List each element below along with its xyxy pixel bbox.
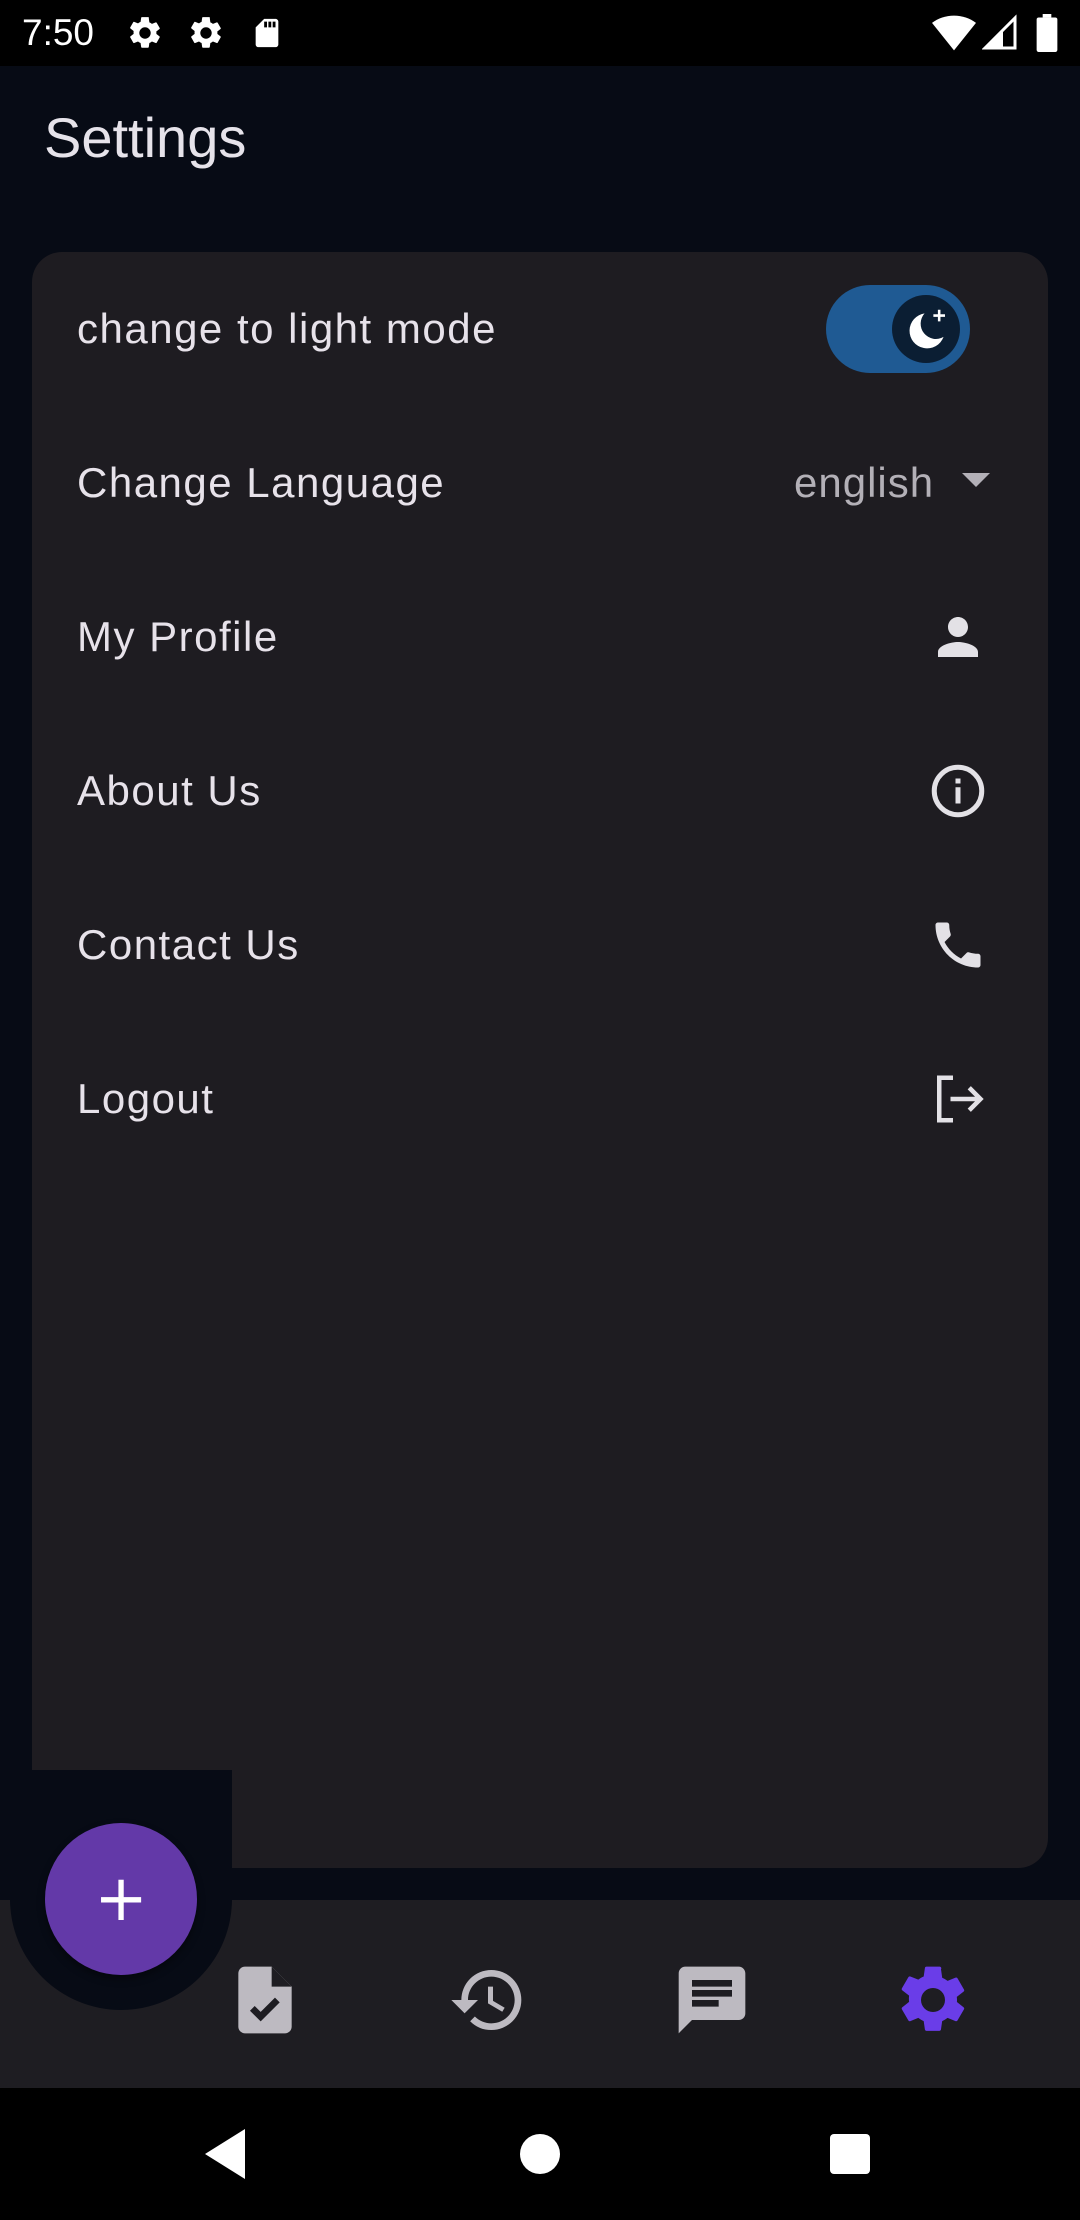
plus-icon: +: [94, 1862, 148, 1936]
settings-item-contact-us[interactable]: Contact Us: [32, 868, 1048, 1022]
moon-icon: [909, 309, 945, 349]
add-button[interactable]: +: [45, 1823, 197, 1975]
battery-icon: [1036, 14, 1058, 52]
page-title: Settings: [44, 106, 247, 169]
theme-label: change to light mode: [77, 305, 497, 352]
dropdown-arrow-icon: [962, 473, 990, 487]
history-icon[interactable]: [448, 1960, 528, 2040]
language-selected: english: [794, 459, 935, 506]
settings-item-label: Contact Us: [77, 921, 300, 968]
status-time: 7:50: [22, 12, 95, 53]
settings-icon: [191, 17, 221, 48]
phone-icon: [935, 922, 981, 968]
home-icon[interactable]: [518, 2126, 562, 2182]
settings-item-label: About Us: [77, 767, 262, 814]
language-label: Change Language: [77, 459, 446, 506]
settings-item-my-profile[interactable]: My Profile: [32, 560, 1048, 714]
chat-icon[interactable]: [672, 1960, 752, 2040]
status-bar: 7:50: [0, 0, 1080, 66]
recents-icon[interactable]: [828, 2126, 872, 2182]
back-icon[interactable]: [200, 2126, 250, 2182]
info-icon: [931, 764, 985, 818]
person-icon: [938, 617, 978, 657]
settings-icon: [130, 17, 160, 48]
task-file-icon[interactable]: [225, 1960, 305, 2040]
settings-item-logout[interactable]: Logout: [32, 1022, 1048, 1176]
signal-icon: [982, 14, 1017, 50]
theme-row: change to light mode: [32, 252, 1048, 406]
settings-item-about-us[interactable]: About Us: [32, 714, 1048, 868]
settings-item-label: My Profile: [77, 613, 279, 660]
theme-toggle[interactable]: [826, 285, 970, 373]
wifi-icon: [932, 15, 976, 51]
settings-icon[interactable]: [893, 1960, 973, 2040]
toggle-thumb: [892, 295, 960, 363]
settings-card: change to light mode Change Language eng…: [32, 252, 1048, 1868]
logout-icon: [937, 1075, 984, 1123]
language-row: Change Language english: [32, 406, 1048, 560]
settings-item-label: Logout: [77, 1075, 215, 1122]
sd-card-icon: [255, 18, 279, 48]
language-dropdown[interactable]: english: [760, 453, 1000, 513]
app-bar: Settings: [0, 66, 1080, 210]
system-nav-bar: [0, 2088, 1080, 2220]
